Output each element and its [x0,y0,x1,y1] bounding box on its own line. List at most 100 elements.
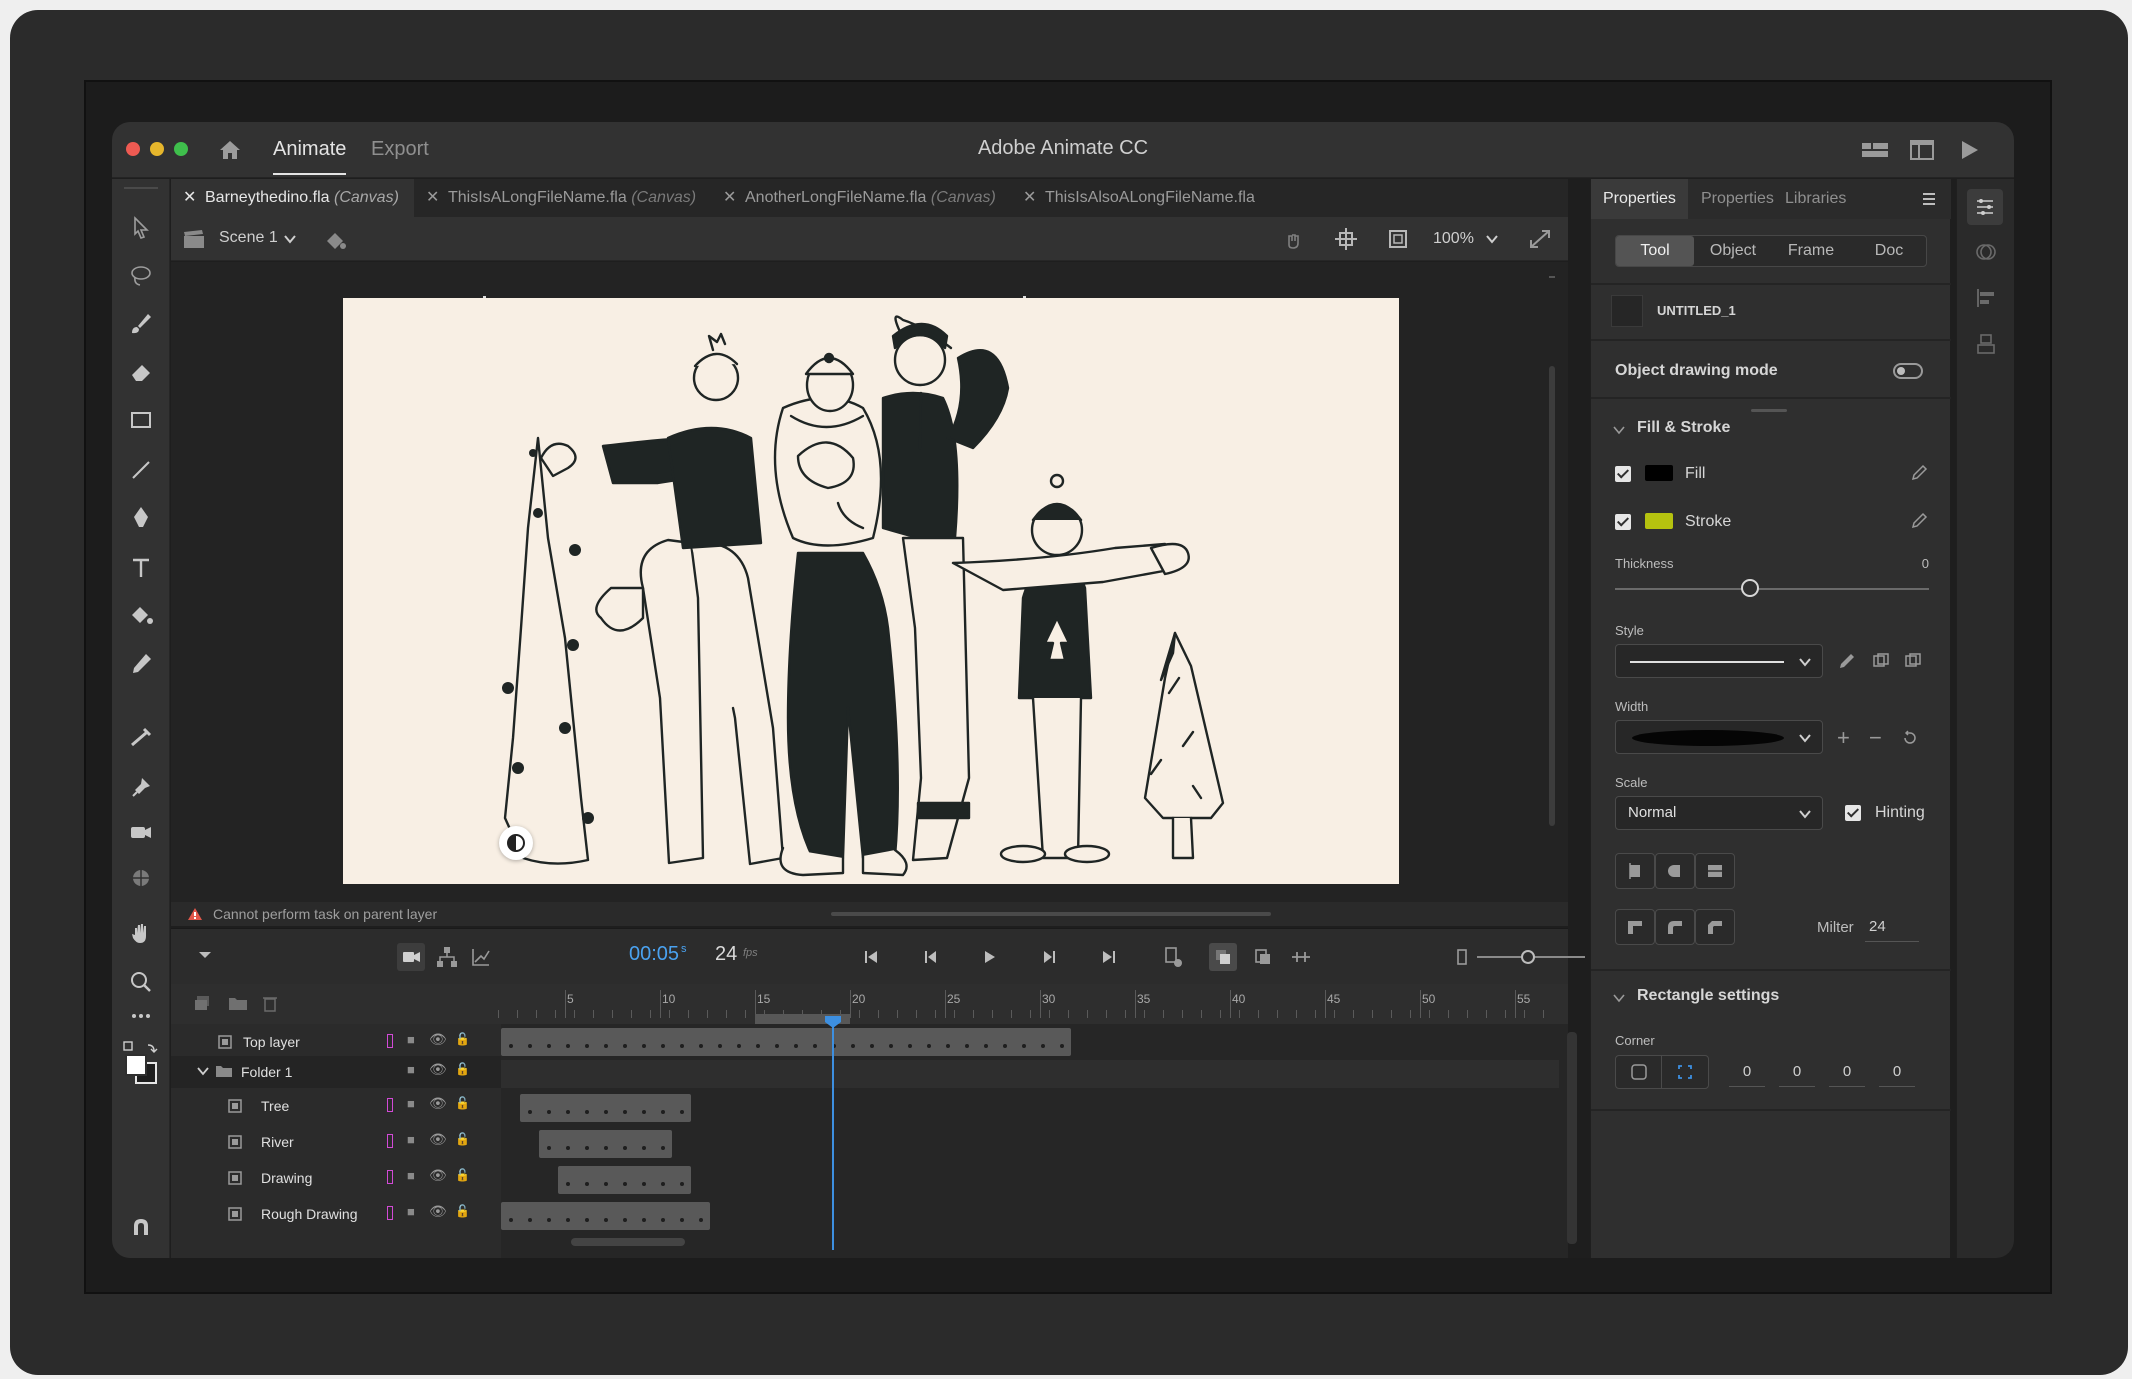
loop-marker-icon[interactable] [1161,945,1185,969]
thickness-slider-thumb[interactable] [1741,579,1759,597]
stage-vertical-scrollbar[interactable] [1545,276,1559,896]
reset-width-icon[interactable] [1901,729,1919,747]
minimize-window-button[interactable] [150,142,164,156]
thickness-value[interactable]: 0 [1911,556,1929,571]
step-back-icon[interactable] [921,947,941,967]
layer-row-folder-1[interactable]: Folder 1 ■ 👁 🔓 [171,1056,501,1088]
frame-ruler[interactable]: 5 10 15 20 25 30 35 40 45 50 55 [489,984,1556,1024]
tab-properties-secondary[interactable]: Properties [1701,179,1774,219]
pencil-icon[interactable] [1837,651,1857,671]
scene-selector[interactable]: Scene 1 [219,229,278,247]
layer-row-tree[interactable]: Tree ■ 👁 🔓 [171,1090,501,1122]
home-icon[interactable] [216,136,244,164]
stroke-color-swatch[interactable] [1645,513,1673,529]
layer-camera-icon[interactable]: ■ [407,1062,415,1077]
current-time[interactable]: 00:05 [629,943,679,966]
join-bevel-button[interactable] [1695,909,1735,945]
layer-row-drawing[interactable]: Drawing ■ 👁 🔓 [171,1162,501,1194]
fill-checkbox[interactable] [1615,466,1631,482]
frame-span-tree[interactable] [520,1094,691,1122]
rotate-stage-icon[interactable] [1281,227,1307,251]
cap-square-button[interactable] [1695,853,1735,889]
library-icon[interactable] [1973,331,1999,357]
first-frame-icon[interactable] [861,947,881,967]
stroke-style-dropdown[interactable] [1615,644,1823,678]
eye-icon[interactable]: 👁 [429,1031,447,1048]
motion-graph-icon[interactable] [469,945,493,969]
fill-stroke-section-title[interactable]: Fill & Stroke [1637,419,1730,437]
eye-icon[interactable]: 👁 [429,1203,447,1220]
new-layer-icon[interactable] [193,994,213,1012]
join-miter-button[interactable] [1615,909,1655,945]
add-width-icon[interactable]: + [1837,725,1850,751]
selection-arrow-icon[interactable] [126,213,156,243]
center-stage-icon[interactable] [1333,227,1359,251]
layer-outline-color[interactable] [387,1206,393,1220]
layer-camera-icon[interactable]: ■ [407,1204,415,1219]
pin-tool-icon[interactable] [126,773,156,803]
fill-color-swatch[interactable] [1645,465,1673,481]
hand-tool-icon[interactable] [126,919,156,949]
lock-icon[interactable]: 🔓 [455,1204,470,1218]
timeline-horizontal-scrollbar[interactable] [571,1238,685,1246]
doc-tab-thisisalongfilename[interactable]: ✕ ThisIsALongFileName.fla (Canvas) [414,179,711,217]
timeline-zoom-thumb[interactable] [1521,950,1535,964]
eye-icon[interactable]: 👁 [429,1061,447,1078]
stroke-checkbox[interactable] [1615,514,1631,530]
zoom-tool-icon[interactable] [126,967,156,997]
frame-span-rough-drawing[interactable] [501,1202,710,1230]
more-tools-icon[interactable] [126,1001,156,1031]
layer-camera-icon[interactable]: ■ [407,1132,415,1147]
panel-resize-grip[interactable] [1751,409,1787,412]
corner-single-button[interactable] [1616,1056,1662,1088]
insert-tween-icon[interactable] [1289,945,1313,969]
stroke-style-manage-icon[interactable] [1903,651,1923,671]
workspace-tab-export[interactable]: Export [371,138,429,161]
play-icon[interactable] [979,947,999,967]
lock-icon[interactable]: 🔓 [455,1032,470,1046]
timeline-vertical-scrollbar[interactable] [1567,1032,1577,1244]
cap-none-button[interactable] [1615,853,1655,889]
edit-symbols-icon[interactable] [323,227,349,251]
paint-bucket-icon[interactable] [126,601,156,631]
new-folder-icon[interactable] [227,994,249,1012]
eyedropper-icon[interactable] [1909,511,1929,531]
doc-tab-thisisalsoalongfilename[interactable]: ✕ ThisIsAlsoALongFileName.fla [1011,179,1271,217]
layer-outline-color[interactable] [387,1170,393,1184]
lock-icon[interactable]: 🔓 [455,1132,470,1146]
workspace-tab-animate[interactable]: Animate [273,138,347,175]
step-forward-icon[interactable] [1039,947,1059,967]
corner-separate-button[interactable] [1662,1056,1708,1088]
corner-radius-bottom-left[interactable]: 0 [1879,1057,1915,1087]
doc-tab-anotherlongfilename[interactable]: ✕ AnotherLongFileName.fla (Canvas) [711,179,1011,217]
zoom-level[interactable]: 100% [1433,230,1474,248]
frame-rate[interactable]: 24 [715,943,737,966]
eyedropper-icon[interactable] [1909,463,1929,483]
close-icon[interactable]: ✕ [426,179,439,217]
cap-round-button[interactable] [1655,853,1695,889]
small-frames-icon[interactable] [1455,947,1469,967]
clapperboard-icon[interactable] [183,229,205,249]
chevron-down-icon[interactable] [283,233,297,245]
layer-camera-icon[interactable]: ■ [407,1096,415,1111]
object-drawing-mode-toggle[interactable] [1893,363,1923,379]
segment-object[interactable]: Object [1694,236,1772,266]
edit-multiple-frames-icon[interactable] [1251,945,1275,969]
stage-canvas[interactable] [343,298,1399,884]
eye-icon[interactable]: 👁 [429,1095,447,1112]
layer-outline-color[interactable] [387,1034,393,1048]
scale-dropdown[interactable]: Normal [1615,796,1823,830]
zoom-window-button[interactable] [174,142,188,156]
panel-layout-icon[interactable] [1907,136,1937,164]
frame-span-river[interactable] [539,1130,672,1158]
close-icon[interactable]: ✕ [723,179,736,217]
thickness-slider[interactable] [1615,588,1929,590]
bone-tool-icon[interactable] [126,723,156,753]
eraser-icon[interactable] [126,357,156,387]
timeline-menu-chevron-icon[interactable] [197,949,213,961]
join-round-button[interactable] [1655,909,1695,945]
line-tool-icon[interactable] [126,455,156,485]
test-movie-play-icon[interactable] [1954,136,1984,164]
segment-tool[interactable]: Tool [1616,236,1694,266]
layer-camera-icon[interactable]: ■ [407,1168,415,1183]
